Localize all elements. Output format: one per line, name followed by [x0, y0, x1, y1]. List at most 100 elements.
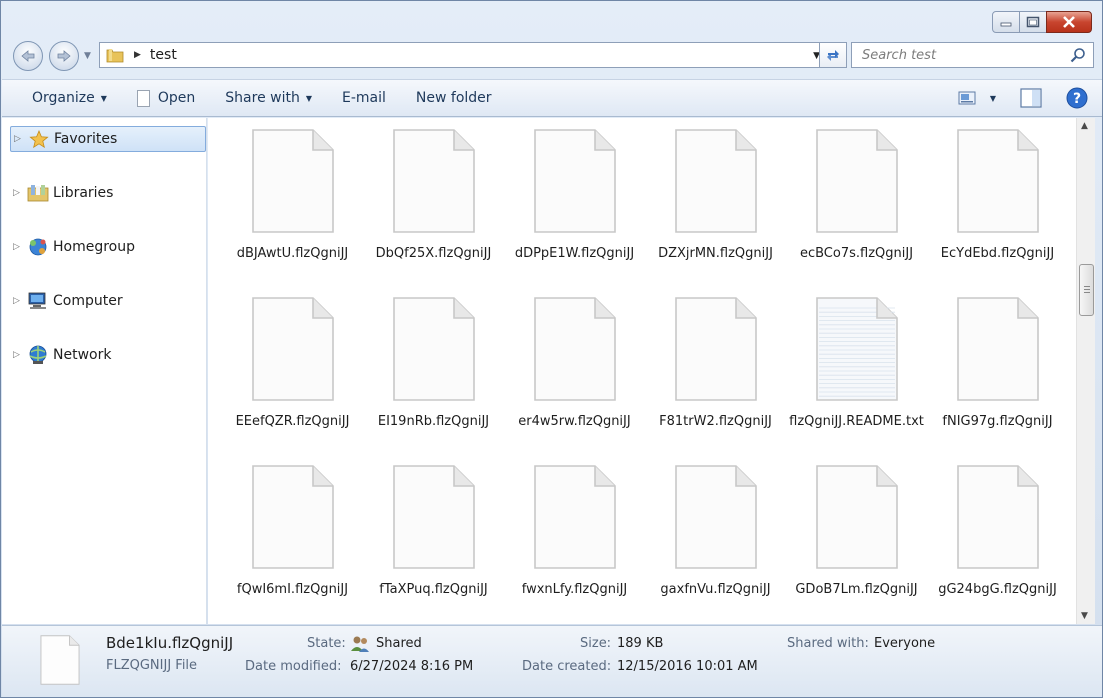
selected-file-name: Bde1kIu.flzQgniJJ: [106, 634, 234, 652]
organize-button[interactable]: Organize ▼: [32, 90, 107, 106]
maximize-icon: [1026, 16, 1040, 28]
expand-arrow-icon[interactable]: ▷: [14, 134, 24, 144]
scroll-down-icon[interactable]: ▼: [1081, 611, 1088, 621]
close-icon: [1063, 16, 1075, 28]
shared-with-label: Shared with:: [787, 636, 869, 651]
open-label: Open: [157, 90, 196, 106]
nav-item-label: Favorites: [54, 131, 118, 147]
file-item[interactable]: gG24bgG.flzQgniJJ: [927, 454, 1068, 622]
email-button[interactable]: E-mail: [342, 90, 386, 106]
file-item[interactable]: EI19nRb.flzQgniJJ: [363, 286, 504, 454]
close-button[interactable]: [1046, 11, 1092, 33]
scroll-up-icon[interactable]: ▲: [1081, 121, 1088, 131]
file-icon: [534, 465, 616, 569]
nav-item-label: Homegroup: [53, 239, 136, 255]
address-row: ▼ ▶ test ▼ Search test: [11, 39, 1094, 73]
file-item[interactable]: EEefQZR.flzQgniJJ: [222, 286, 363, 454]
maximize-button[interactable]: [1019, 11, 1047, 33]
file-item[interactable]: flzQgniJJ.README.txt: [786, 286, 927, 454]
star-icon: [28, 129, 50, 149]
file-name: flzQgniJJ.README.txt: [789, 414, 924, 429]
nav-item-libraries[interactable]: ▷ Libraries: [10, 180, 206, 206]
vertical-scrollbar[interactable]: ▲ ▼: [1076, 118, 1095, 624]
refresh-icon: [827, 50, 839, 61]
state-value: Shared: [376, 636, 422, 651]
file-icon: [816, 129, 898, 233]
file-icon: [393, 129, 475, 233]
details-pane: Bde1kIu.flzQgniJJ FLZQGNIJJ File State: …: [2, 625, 1102, 697]
search-icon[interactable]: [1070, 47, 1086, 63]
file-icon: [252, 129, 334, 233]
network-icon: [27, 345, 49, 365]
file-item[interactable]: gaxfnVu.flzQgniJJ: [645, 454, 786, 622]
breadcrumb-item[interactable]: test: [150, 47, 177, 63]
file-item[interactable]: EcYdEbd.flzQgniJJ: [927, 118, 1068, 286]
text-file-icon: [816, 297, 898, 401]
file-icon: [675, 129, 757, 233]
size-value: 189 KB: [617, 636, 664, 651]
minimize-button[interactable]: [992, 11, 1020, 33]
share-with-button[interactable]: Share with ▼: [225, 90, 312, 106]
expand-arrow-icon[interactable]: ▷: [13, 242, 23, 252]
file-item[interactable]: dBJAwtU.flzQgniJJ: [222, 118, 363, 286]
forward-arrow-icon: [57, 50, 71, 62]
size-label: Size:: [580, 636, 612, 651]
back-button[interactable]: [13, 41, 43, 71]
file-icon: [393, 465, 475, 569]
navigation-pane: ▷ Favorites ▷ Libraries ▷ Homegroup ▷ Co…: [2, 118, 207, 624]
change-view-icon[interactable]: [958, 90, 976, 106]
file-name: dDPpE1W.flzQgniJJ: [514, 246, 635, 261]
preview-pane-icon[interactable]: [1020, 88, 1042, 108]
file-item[interactable]: GDoB7Lm.flzQgniJJ: [786, 454, 927, 622]
file-icon: [675, 465, 757, 569]
file-icon: [136, 89, 150, 107]
file-item[interactable]: DZXjrMN.flzQgniJJ: [645, 118, 786, 286]
forward-button[interactable]: [49, 41, 79, 71]
date-created-value: 12/15/2016 10:01 AM: [617, 659, 758, 674]
address-bar[interactable]: ▶ test ▼: [99, 42, 827, 68]
search-box[interactable]: Search test: [851, 42, 1094, 68]
homegroup-icon: [27, 237, 49, 257]
view-options-dropdown[interactable]: ▼: [990, 94, 996, 103]
help-icon[interactable]: ?: [1066, 87, 1088, 109]
open-button[interactable]: Open: [136, 89, 196, 107]
file-item[interactable]: dDPpE1W.flzQgniJJ: [504, 118, 645, 286]
nav-item-network[interactable]: ▷ Network: [10, 342, 206, 368]
state-label: State:: [307, 636, 346, 651]
selected-file-type: FLZQGNIJJ File: [106, 658, 198, 673]
expand-arrow-icon[interactable]: ▷: [13, 188, 23, 198]
minimize-icon: [1000, 22, 1012, 27]
file-icon: [957, 129, 1039, 233]
file-item[interactable]: er4w5rw.flzQgniJJ: [504, 286, 645, 454]
scrollbar-thumb[interactable]: [1079, 264, 1094, 316]
new-folder-label: New folder: [415, 90, 492, 106]
file-item[interactable]: DbQf25X.flzQgniJJ: [363, 118, 504, 286]
refresh-button[interactable]: [819, 42, 847, 68]
breadcrumb-arrow-icon[interactable]: ▶: [134, 50, 141, 60]
file-item[interactable]: fNIG97g.flzQgniJJ: [927, 286, 1068, 454]
file-item[interactable]: fwxnLfy.flzQgniJJ: [504, 454, 645, 622]
expand-arrow-icon[interactable]: ▷: [13, 296, 23, 306]
expand-arrow-icon[interactable]: ▷: [13, 350, 23, 360]
file-list-view[interactable]: dBJAwtU.flzQgniJJ DbQf25X.flzQgniJJ dDPpE1…: [208, 118, 1076, 624]
nav-item-homegroup[interactable]: ▷ Homegroup: [10, 234, 206, 260]
computer-icon: [27, 291, 49, 311]
chevron-down-icon: ▼: [100, 93, 107, 103]
file-name: DbQf25X.flzQgniJJ: [375, 246, 492, 261]
new-folder-button[interactable]: New folder: [416, 90, 492, 106]
file-icon: [534, 297, 616, 401]
nav-item-computer[interactable]: ▷ Computer: [10, 288, 206, 314]
file-item[interactable]: F81trW2.flzQgniJJ: [645, 286, 786, 454]
file-item[interactable]: ecBCo7s.flzQgniJJ: [786, 118, 927, 286]
nav-item-label: Network: [53, 347, 112, 363]
nav-item-favorites[interactable]: ▷ Favorites: [10, 126, 206, 152]
file-name: EcYdEbd.flzQgniJJ: [940, 246, 1055, 261]
file-icon: [252, 297, 334, 401]
libraries-icon: [27, 183, 49, 203]
file-item[interactable]: fQwI6mI.flzQgniJJ: [222, 454, 363, 622]
search-input[interactable]: Search test: [862, 48, 1070, 63]
file-item[interactable]: fTaXPuq.flzQgniJJ: [363, 454, 504, 622]
file-name: er4w5rw.flzQgniJJ: [518, 414, 631, 429]
nav-item-label: Computer: [53, 293, 123, 309]
recent-pages-dropdown[interactable]: ▼: [84, 51, 91, 61]
